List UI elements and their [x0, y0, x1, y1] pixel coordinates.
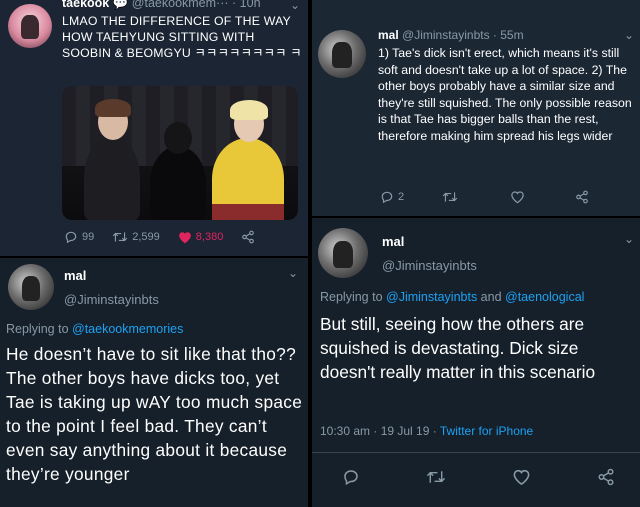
timestamp: 10:30 am · 19 Jul 19 ·	[320, 424, 440, 438]
avatar[interactable]	[8, 264, 54, 310]
replying-to-label: Replying to	[6, 322, 73, 336]
handle[interactable]: @Jiminstayinbts	[64, 292, 159, 307]
tweet-header: mal @Jiminstayinbts · 55m	[378, 28, 524, 42]
replying-to-label: Replying to	[320, 290, 387, 304]
share-button[interactable]	[597, 468, 615, 486]
share-button[interactable]	[575, 190, 589, 204]
heart-icon	[512, 468, 531, 486]
tweet-actions: 2	[380, 190, 607, 204]
display-name[interactable]: mal	[378, 28, 399, 42]
retweet-icon	[426, 468, 446, 486]
reply-icon	[64, 230, 78, 244]
tweet-image[interactable]	[62, 86, 298, 220]
share-icon	[597, 468, 615, 486]
reply-button[interactable]: 99	[64, 230, 94, 244]
handle[interactable]: @Jiminstayinbts · 55m	[402, 28, 524, 42]
tweet-actions	[342, 468, 633, 486]
reply-button[interactable]: 2	[380, 190, 404, 204]
share-icon	[575, 190, 589, 204]
divider	[312, 452, 640, 453]
chevron-down-icon[interactable]: ⌄	[290, 0, 300, 12]
display-name[interactable]: mal	[382, 234, 404, 249]
replying-to: Replying to @taekookmemories	[6, 322, 183, 336]
badge-icon: 💬	[112, 0, 129, 10]
avatar[interactable]	[318, 30, 366, 78]
like-button[interactable]: 8,380	[178, 231, 224, 244]
tweet-text: 1) Tae's dick isn't erect, which means i…	[378, 46, 632, 143]
share-icon	[241, 230, 255, 244]
replying-to-link-2[interactable]: @taenological	[505, 290, 584, 304]
tweet-text: He doesn’t have to sit like that tho?? T…	[6, 344, 303, 484]
tweet-taekook[interactable]: taekook 💬 @taekookmem··· · 10h ⌄ LMAO TH…	[0, 0, 308, 256]
retweet-button[interactable]	[442, 190, 458, 204]
reply-count: 2	[398, 191, 405, 203]
heart-filled-icon	[178, 231, 192, 244]
reply-count: 99	[82, 231, 95, 243]
reply-button[interactable]	[342, 468, 360, 486]
retweet-icon	[112, 230, 128, 244]
retweet-icon	[442, 190, 458, 204]
reply-icon	[380, 190, 394, 204]
tweet-header: taekook 💬 @taekookmem··· · 10h	[62, 0, 261, 11]
like-button[interactable]	[510, 190, 525, 204]
replying-to: Replying to @Jiminstayinbts and @taenolo…	[320, 290, 584, 304]
tweet-text: LMAO THE DIFFERENCE OF THE WAY HOW TAEHY…	[62, 14, 302, 60]
tweet-text: But still, seeing how the others are squ…	[320, 314, 596, 382]
display-name[interactable]: taekook	[62, 0, 109, 10]
tweet-mal-explanation[interactable]: mal @Jiminstayinbts · 55m ⌄ 1) Tae's dic…	[312, 0, 640, 216]
replying-to-link[interactable]: @taekookmemories	[72, 322, 183, 336]
timestamp: · 10h	[232, 0, 261, 10]
tweet-actions: 99 2,599 8,380	[64, 230, 273, 244]
replying-to-and: and	[477, 290, 506, 304]
retweet-button[interactable]: 2,599	[112, 230, 160, 244]
tweet-detail-mal[interactable]: mal @Jiminstayinbts ⌄ Replying to @Jimin…	[312, 218, 640, 507]
retweet-count: 2,599	[132, 231, 160, 243]
handle[interactable]: @Jiminstayinbts	[382, 258, 477, 273]
share-button[interactable]	[241, 230, 255, 244]
avatar[interactable]	[318, 228, 368, 278]
avatar[interactable]	[8, 4, 52, 48]
reply-icon	[342, 468, 360, 486]
like-count: 8,380	[195, 231, 224, 243]
chevron-down-icon[interactable]: ⌄	[624, 28, 634, 42]
chevron-down-icon[interactable]: ⌄	[288, 266, 298, 280]
tweet-reply-mal[interactable]: mal @Jiminstayinbts ⌄ Replying to @taeko…	[0, 258, 308, 507]
display-name[interactable]: mal	[64, 268, 86, 283]
replying-to-link-1[interactable]: @Jiminstayinbts	[386, 290, 477, 304]
like-button[interactable]	[512, 468, 531, 486]
retweet-button[interactable]	[426, 468, 446, 486]
handle[interactable]: @taekookmem···	[132, 0, 229, 10]
chevron-down-icon[interactable]: ⌄	[624, 232, 634, 246]
screenshot-collage: taekook 💬 @taekookmem··· · 10h ⌄ LMAO TH…	[0, 0, 640, 507]
source-link[interactable]: Twitter for iPhone	[440, 424, 533, 438]
tweet-meta: 10:30 am · 19 Jul 19 · Twitter for iPhon…	[320, 424, 533, 438]
heart-icon	[510, 190, 525, 204]
